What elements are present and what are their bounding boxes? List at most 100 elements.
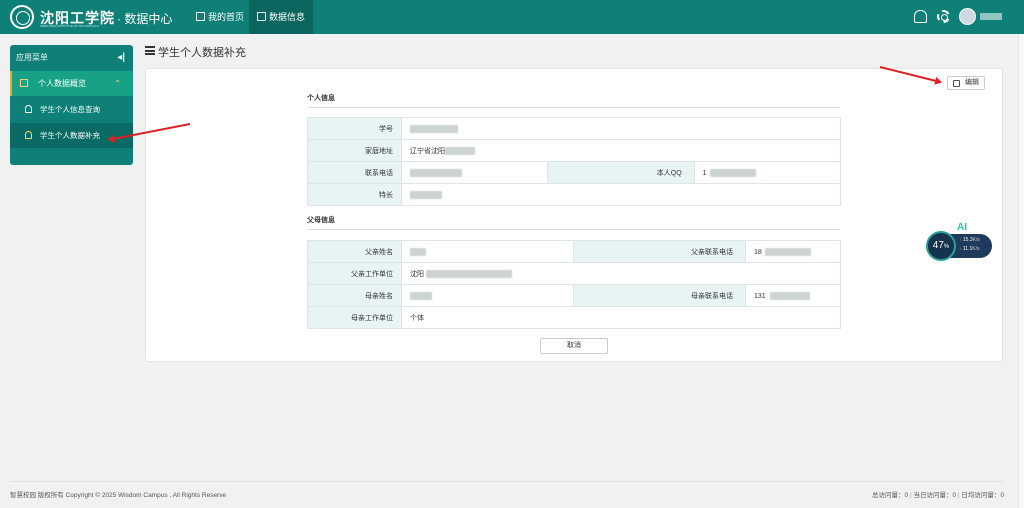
user-edit-icon: [25, 131, 32, 139]
redacted-value: [709, 168, 756, 177]
sidebar-item-label: 学生个人数据补充: [40, 131, 100, 140]
redacted-value: [410, 124, 458, 133]
redacted-value: [410, 247, 426, 256]
cancel-button[interactable]: 取消: [540, 338, 608, 354]
sidebar: 应用菜单 ◂| 个人数据概览 ⌃ 学生个人信息查询 学生个人数据补充: [10, 45, 133, 165]
nav-home-label: 我的首页: [208, 12, 245, 22]
specialty-value: [401, 183, 841, 206]
nav-data-label: 数据信息: [269, 12, 306, 22]
sidebar-group-label: 个人数据概览: [38, 79, 86, 88]
address-text: 辽宁省沈阳: [410, 147, 445, 155]
sidebar-item-student-info-query[interactable]: 学生个人信息查询: [10, 97, 133, 122]
phone-label: 联系电话: [307, 161, 402, 184]
redacted-value: [769, 291, 810, 300]
section-personal-info: 个人信息: [307, 93, 840, 108]
mother-work-value: 个体: [401, 306, 841, 329]
download-value: 11.1: [962, 246, 973, 252]
school-name-en: SHENYANG INSTITUTE OF TECHNOLOGY: [40, 24, 100, 28]
table-row: 联系电话 本人QQ 1: [307, 161, 842, 184]
upload-value: 15.3: [962, 237, 973, 243]
download-unit: K/s: [972, 246, 980, 252]
personal-info-table: 学号 家庭地址 辽宁省沈阳 联系电话 本人QQ 1 特长: [307, 117, 842, 206]
footer-divider: [10, 481, 1003, 482]
school-logo-icon[interactable]: [10, 5, 34, 29]
father-phone-value: 18: [745, 240, 841, 263]
father-name-value: [401, 240, 574, 263]
table-row: 母亲工作单位 个体: [307, 306, 841, 329]
father-work-label: 父亲工作单位: [307, 262, 402, 285]
mother-name-label: 母亲姓名: [307, 284, 402, 307]
usage-percent: 47: [932, 240, 944, 251]
specialty-label: 特长: [307, 183, 402, 206]
redacted-value: [410, 168, 462, 177]
qq-label: 本人QQ: [547, 161, 695, 184]
table-row: 父亲姓名 父亲联系电话 18: [307, 240, 841, 263]
student-id-label: 学号: [307, 117, 402, 140]
list-icon: [145, 46, 155, 55]
redacted-value: [445, 146, 475, 155]
sidebar-group-personal-overview[interactable]: 个人数据概览 ⌃: [10, 71, 133, 96]
mother-name-value: [401, 284, 574, 307]
father-phone-label: 父亲联系电话: [573, 240, 746, 263]
address-value: 辽宁省沈阳: [401, 139, 841, 162]
edit-button[interactable]: 编辑: [947, 76, 985, 90]
today-visits: 当日访问量：0: [910, 492, 956, 499]
qq-value: 1: [693, 161, 842, 184]
edit-icon: [953, 80, 960, 87]
download-speed: ↓ 11.1K/s: [959, 246, 980, 252]
visit-stats: 总访问量：0 当日访问量：0 日均访问量：0: [872, 489, 1004, 499]
upload-unit: K/s: [972, 237, 980, 243]
father-phone-text: 18: [754, 248, 762, 256]
table-row: 母亲姓名 母亲联系电话 131: [307, 284, 841, 307]
home-icon: [196, 12, 205, 21]
user-icon: [25, 105, 32, 113]
sidebar-item-label: 学生个人信息查询: [40, 105, 100, 114]
qq-text: 1: [702, 169, 707, 177]
phone-value: [400, 161, 549, 184]
network-speed-widget[interactable]: AI 47% ↑ 15.3K/s ↓ 11.1K/s: [926, 222, 992, 261]
top-bar: 沈阳工学院 SHENYANG INSTITUTE OF TECHNOLOGY ·…: [0, 0, 1024, 34]
parent-info-table: 父亲姓名 父亲联系电话 18 父亲工作单位 沈阳 母亲姓名 母亲联系电话 131…: [307, 240, 841, 329]
cpu-usage-gauge: 47%: [926, 231, 956, 261]
bell-icon[interactable]: [914, 10, 927, 23]
sidebar-title: 应用菜单: [16, 53, 48, 62]
sidebar-item-student-data-supplement[interactable]: 学生个人数据补充: [10, 123, 133, 148]
redacted-value: [410, 291, 432, 300]
table-row: 父亲工作单位 沈阳: [307, 262, 841, 285]
usage-unit: %: [943, 244, 950, 250]
gear-icon[interactable]: [937, 10, 950, 23]
mother-phone-label: 母亲联系电话: [573, 284, 746, 307]
page-title: 学生个人数据补充: [145, 44, 246, 60]
student-id-value: [401, 117, 841, 140]
app-name: · 数据中心: [117, 12, 173, 26]
address-label: 家庭地址: [307, 139, 402, 162]
page-title-text: 学生个人数据补充: [158, 47, 246, 59]
redacted-value: [426, 269, 512, 278]
table-row: 学号: [307, 117, 841, 140]
table-row: 特长: [307, 183, 841, 206]
edit-button-label: 编辑: [965, 79, 979, 86]
total-visits: 总访问量：0: [872, 492, 909, 499]
ai-label: AI: [957, 222, 967, 233]
chevron-up-icon: ⌃: [114, 79, 121, 88]
collapse-icon[interactable]: ◂|: [117, 45, 125, 70]
sidebar-header: 应用菜单 ◂|: [10, 45, 133, 70]
father-work-value: 沈阳: [401, 262, 841, 285]
upload-speed: ↑ 15.3K/s: [959, 237, 980, 243]
father-name-label: 父亲姓名: [307, 240, 402, 263]
table-row: 家庭地址 辽宁省沈阳: [307, 139, 841, 162]
scrollbar[interactable]: [1018, 34, 1024, 508]
data-icon: [257, 12, 266, 21]
section-parent-info: 父母信息: [307, 215, 840, 230]
nav-data-info[interactable]: 数据信息: [249, 0, 314, 34]
nav-home[interactable]: 我的首页: [188, 0, 252, 34]
mother-phone-text: 131: [754, 292, 766, 300]
username-redacted[interactable]: [980, 13, 1002, 20]
avatar[interactable]: [959, 8, 976, 25]
redacted-value: [410, 190, 442, 199]
mother-phone-value: 131: [745, 284, 841, 307]
father-work-text: 沈阳: [410, 270, 424, 278]
data-icon: [20, 79, 28, 87]
daily-avg-visits: 日均访问量：0: [958, 492, 1004, 499]
mother-work-label: 母亲工作单位: [307, 306, 402, 329]
